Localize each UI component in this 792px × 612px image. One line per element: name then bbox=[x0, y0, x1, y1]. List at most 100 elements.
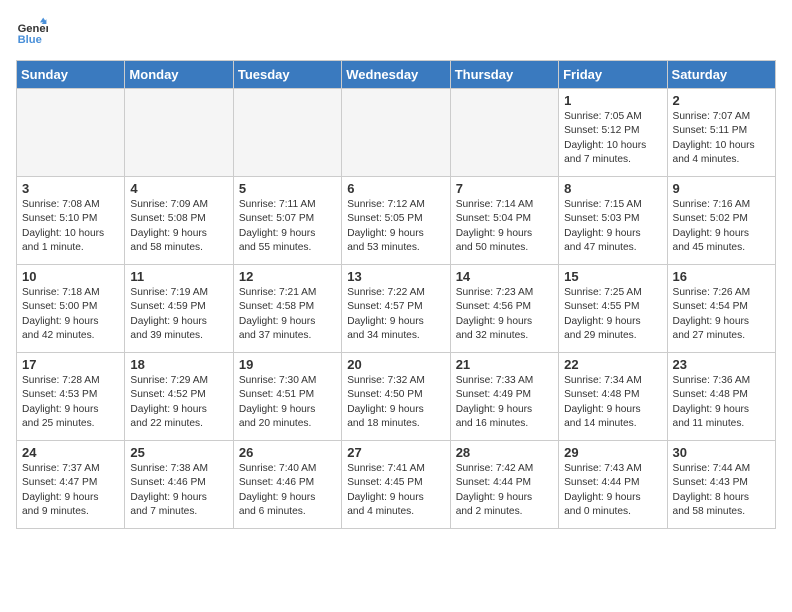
calendar-cell: 2 Sunrise: 7:07 AM Sunset: 5:11 PM Daylig… bbox=[667, 89, 775, 177]
calendar-table: SundayMondayTuesdayWednesdayThursdayFrid… bbox=[16, 60, 776, 529]
day-info: Sunrise: 7:41 AM Sunset: 4:45 PM Dayligh… bbox=[347, 462, 444, 519]
day-info: Sunrise: 7:43 AM Sunset: 4:44 PM Dayligh… bbox=[564, 462, 661, 519]
calendar-cell bbox=[125, 89, 233, 177]
day-header-tuesday: Tuesday bbox=[233, 61, 341, 89]
calendar-cell: 29 Sunrise: 7:43 AM Sunset: 4:44 PM Dayli… bbox=[559, 441, 667, 529]
calendar-cell: 4 Sunrise: 7:09 AM Sunset: 5:08 PM Daylig… bbox=[125, 177, 233, 265]
day-info: Sunrise: 7:05 AM Sunset: 5:12 PM Dayligh… bbox=[564, 110, 661, 167]
day-number: 1 bbox=[564, 93, 661, 108]
day-number: 26 bbox=[239, 445, 336, 460]
calendar-cell: 13Sunrise: 7:22 AM Sunset: 4:57 PM Dayli… bbox=[342, 265, 450, 353]
day-info: Sunrise: 7:21 AM Sunset: 4:58 PM Dayligh… bbox=[239, 286, 336, 343]
day-number: 24 bbox=[22, 445, 119, 460]
day-header-monday: Monday bbox=[125, 61, 233, 89]
calendar-cell: 1 Sunrise: 7:05 AM Sunset: 5:12 PM Daylig… bbox=[559, 89, 667, 177]
day-number: 27 bbox=[347, 445, 444, 460]
day-info: Sunrise: 7:23 AM Sunset: 4:56 PM Dayligh… bbox=[456, 286, 553, 343]
calendar-week-4: 17 Sunrise: 7:28 AM Sunset: 4:53 PM Dayli… bbox=[17, 353, 776, 441]
day-number: 17 bbox=[22, 357, 119, 372]
calendar-cell: 9 Sunrise: 7:16 AM Sunset: 5:02 PM Daylig… bbox=[667, 177, 775, 265]
day-info: Sunrise: 7:09 AM Sunset: 5:08 PM Dayligh… bbox=[130, 198, 227, 255]
day-info: Sunrise: 7:15 AM Sunset: 5:03 PM Dayligh… bbox=[564, 198, 661, 255]
calendar-cell: 24 Sunrise: 7:37 AM Sunset: 4:47 PM Dayli… bbox=[17, 441, 125, 529]
day-number: 22 bbox=[564, 357, 661, 372]
day-info: Sunrise: 7:18 AM Sunset: 5:00 PM Dayligh… bbox=[22, 286, 119, 343]
day-number: 7 bbox=[456, 181, 553, 196]
day-info: Sunrise: 7:16 AM Sunset: 5:02 PM Dayligh… bbox=[673, 198, 770, 255]
day-info: Sunrise: 7:38 AM Sunset: 4:46 PM Dayligh… bbox=[130, 462, 227, 519]
day-number: 25 bbox=[130, 445, 227, 460]
day-info: Sunrise: 7:07 AM Sunset: 5:11 PM Dayligh… bbox=[673, 110, 770, 167]
day-number: 15 bbox=[564, 269, 661, 284]
calendar-cell: 11 Sunrise: 7:19 AM Sunset: 4:59 PM Dayli… bbox=[125, 265, 233, 353]
day-number: 11 bbox=[130, 269, 227, 284]
day-info: Sunrise: 7:14 AM Sunset: 5:04 PM Dayligh… bbox=[456, 198, 553, 255]
calendar-cell: 10 Sunrise: 7:18 AM Sunset: 5:00 PM Dayli… bbox=[17, 265, 125, 353]
calendar-cell bbox=[450, 89, 558, 177]
day-info: Sunrise: 7:32 AM Sunset: 4:50 PM Dayligh… bbox=[347, 374, 444, 431]
day-info: Sunrise: 7:37 AM Sunset: 4:47 PM Dayligh… bbox=[22, 462, 119, 519]
day-number: 23 bbox=[673, 357, 770, 372]
calendar-cell: 15 Sunrise: 7:25 AM Sunset: 4:55 PM Dayli… bbox=[559, 265, 667, 353]
day-number: 30 bbox=[673, 445, 770, 460]
day-number: 29 bbox=[564, 445, 661, 460]
calendar-cell: 27 Sunrise: 7:41 AM Sunset: 4:45 PM Dayli… bbox=[342, 441, 450, 529]
day-number: 10 bbox=[22, 269, 119, 284]
day-info: Sunrise: 7:08 AM Sunset: 5:10 PM Dayligh… bbox=[22, 198, 119, 255]
calendar-cell: 7 Sunrise: 7:14 AM Sunset: 5:04 PM Daylig… bbox=[450, 177, 558, 265]
calendar-week-5: 24 Sunrise: 7:37 AM Sunset: 4:47 PM Dayli… bbox=[17, 441, 776, 529]
logo: General Blue bbox=[16, 16, 52, 48]
day-info: Sunrise: 7:28 AM Sunset: 4:53 PM Dayligh… bbox=[22, 374, 119, 431]
day-header-thursday: Thursday bbox=[450, 61, 558, 89]
day-info: Sunrise: 7:36 AM Sunset: 4:48 PM Dayligh… bbox=[673, 374, 770, 431]
calendar-cell: 8 Sunrise: 7:15 AM Sunset: 5:03 PM Daylig… bbox=[559, 177, 667, 265]
day-number: 8 bbox=[564, 181, 661, 196]
day-number: 12 bbox=[239, 269, 336, 284]
page-header: General Blue bbox=[16, 16, 776, 48]
calendar-cell: 28 Sunrise: 7:42 AM Sunset: 4:44 PM Dayli… bbox=[450, 441, 558, 529]
day-info: Sunrise: 7:26 AM Sunset: 4:54 PM Dayligh… bbox=[673, 286, 770, 343]
day-number: 19 bbox=[239, 357, 336, 372]
day-info: Sunrise: 7:29 AM Sunset: 4:52 PM Dayligh… bbox=[130, 374, 227, 431]
day-info: Sunrise: 7:11 AM Sunset: 5:07 PM Dayligh… bbox=[239, 198, 336, 255]
day-number: 2 bbox=[673, 93, 770, 108]
calendar-cell: 17 Sunrise: 7:28 AM Sunset: 4:53 PM Dayli… bbox=[17, 353, 125, 441]
svg-text:Blue: Blue bbox=[18, 34, 42, 46]
day-number: 16 bbox=[673, 269, 770, 284]
day-number: 21 bbox=[456, 357, 553, 372]
day-info: Sunrise: 7:42 AM Sunset: 4:44 PM Dayligh… bbox=[456, 462, 553, 519]
day-info: Sunrise: 7:19 AM Sunset: 4:59 PM Dayligh… bbox=[130, 286, 227, 343]
calendar-cell: 20 Sunrise: 7:32 AM Sunset: 4:50 PM Dayli… bbox=[342, 353, 450, 441]
calendar-cell: 19 Sunrise: 7:30 AM Sunset: 4:51 PM Dayli… bbox=[233, 353, 341, 441]
calendar-cell: 25 Sunrise: 7:38 AM Sunset: 4:46 PM Dayli… bbox=[125, 441, 233, 529]
day-number: 14 bbox=[456, 269, 553, 284]
calendar-cell: 14 Sunrise: 7:23 AM Sunset: 4:56 PM Dayli… bbox=[450, 265, 558, 353]
calendar-cell: 23 Sunrise: 7:36 AM Sunset: 4:48 PM Dayli… bbox=[667, 353, 775, 441]
calendar-cell: 16 Sunrise: 7:26 AM Sunset: 4:54 PM Dayli… bbox=[667, 265, 775, 353]
day-header-sunday: Sunday bbox=[17, 61, 125, 89]
calendar-cell: 6Sunrise: 7:12 AM Sunset: 5:05 PM Daylig… bbox=[342, 177, 450, 265]
day-number: 9 bbox=[673, 181, 770, 196]
day-number: 20 bbox=[347, 357, 444, 372]
svg-text:General: General bbox=[18, 23, 48, 35]
calendar-cell: 30Sunrise: 7:44 AM Sunset: 4:43 PM Dayli… bbox=[667, 441, 775, 529]
day-info: Sunrise: 7:12 AM Sunset: 5:05 PM Dayligh… bbox=[347, 198, 444, 255]
day-info: Sunrise: 7:33 AM Sunset: 4:49 PM Dayligh… bbox=[456, 374, 553, 431]
calendar-week-2: 3 Sunrise: 7:08 AM Sunset: 5:10 PM Daylig… bbox=[17, 177, 776, 265]
day-info: Sunrise: 7:34 AM Sunset: 4:48 PM Dayligh… bbox=[564, 374, 661, 431]
day-info: Sunrise: 7:40 AM Sunset: 4:46 PM Dayligh… bbox=[239, 462, 336, 519]
calendar-week-1: 1 Sunrise: 7:05 AM Sunset: 5:12 PM Daylig… bbox=[17, 89, 776, 177]
day-number: 4 bbox=[130, 181, 227, 196]
day-number: 18 bbox=[130, 357, 227, 372]
day-header-friday: Friday bbox=[559, 61, 667, 89]
calendar-cell bbox=[233, 89, 341, 177]
day-header-saturday: Saturday bbox=[667, 61, 775, 89]
calendar-cell: 18 Sunrise: 7:29 AM Sunset: 4:52 PM Dayli… bbox=[125, 353, 233, 441]
day-info: Sunrise: 7:30 AM Sunset: 4:51 PM Dayligh… bbox=[239, 374, 336, 431]
day-number: 3 bbox=[22, 181, 119, 196]
logo-icon: General Blue bbox=[16, 16, 48, 48]
day-number: 28 bbox=[456, 445, 553, 460]
calendar-cell: 5Sunrise: 7:11 AM Sunset: 5:07 PM Daylig… bbox=[233, 177, 341, 265]
calendar-cell bbox=[342, 89, 450, 177]
day-info: Sunrise: 7:25 AM Sunset: 4:55 PM Dayligh… bbox=[564, 286, 661, 343]
